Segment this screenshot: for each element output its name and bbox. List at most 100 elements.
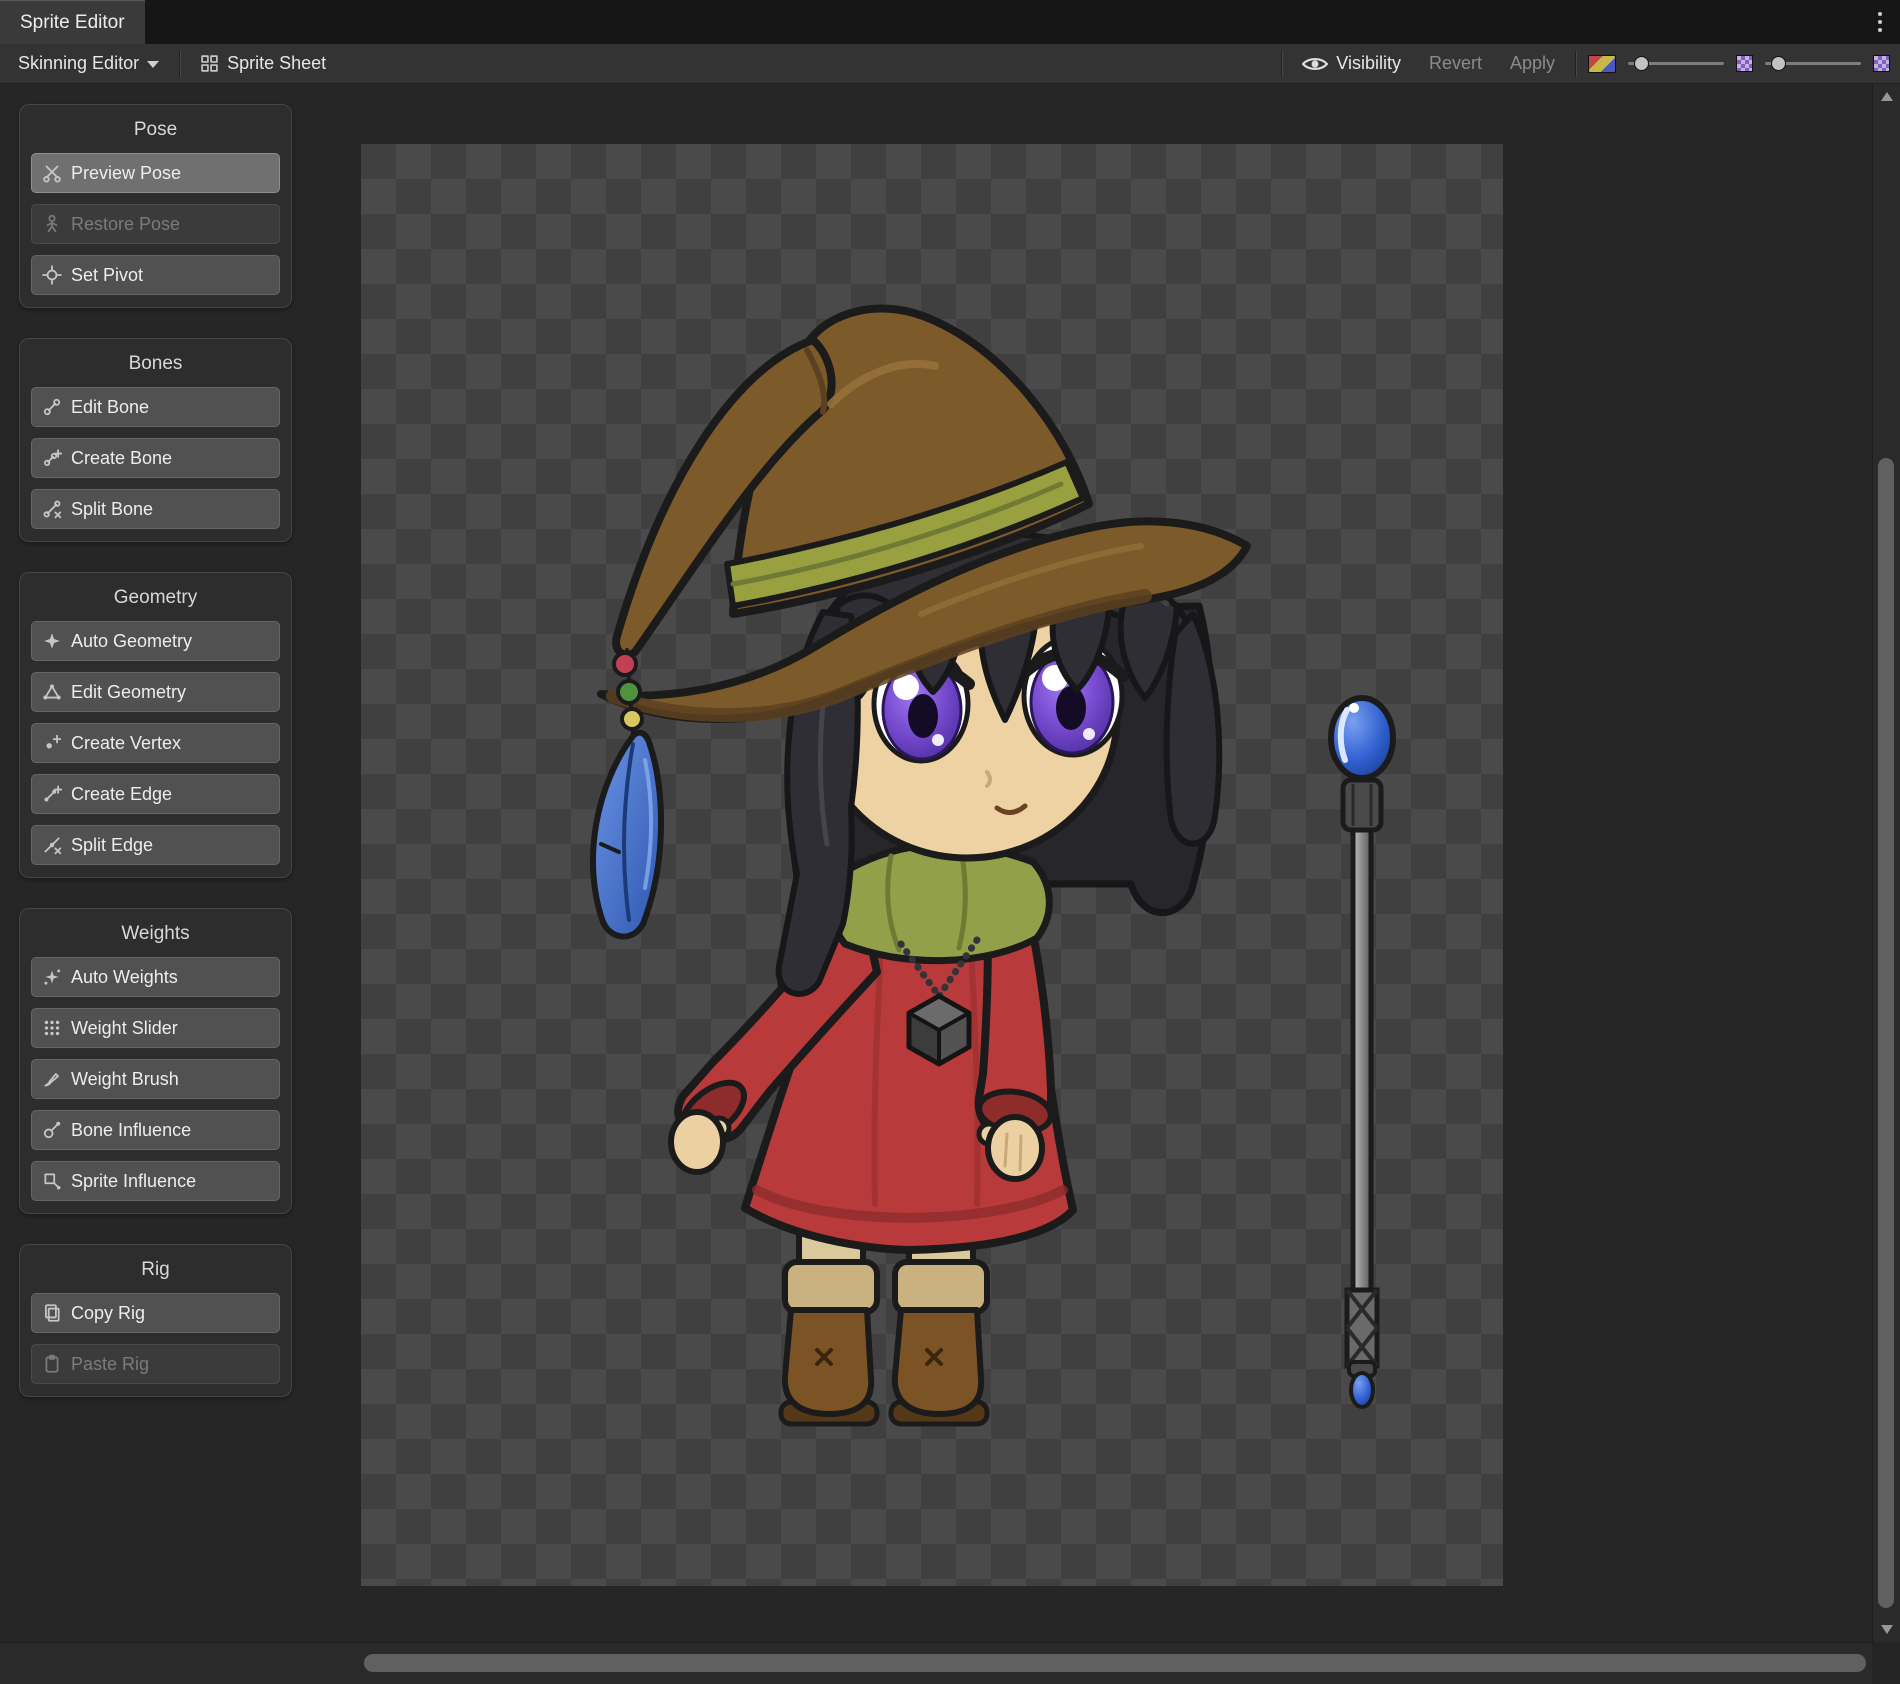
panel-title: Pose [31,119,280,141]
button-label: Edit Bone [71,397,149,418]
create-bone-icon [42,448,62,468]
weight-slider-button[interactable]: Weight Slider [31,1008,280,1048]
opacity-slider-knob[interactable] [1634,56,1649,71]
toolbar-divider [1575,51,1576,77]
panel-title: Geometry [31,587,280,609]
sprite-sheet-icon [200,54,219,73]
edit-geometry-icon [42,682,62,702]
button-label: Split Bone [71,499,153,520]
mode-dropdown[interactable]: Skinning Editor [10,48,167,80]
create-edge-icon [42,784,62,804]
bone-influence-button[interactable]: Bone Influence [31,1110,280,1150]
button-label: Create Edge [71,784,172,805]
apply-button[interactable]: Apply [1502,48,1563,80]
panel-rig: Rig Copy Rig Paste Rig [19,1244,292,1397]
bone-influence-icon [42,1120,62,1140]
button-label: Set Pivot [71,265,143,286]
apply-label: Apply [1510,53,1555,74]
sprite-influence-icon [42,1171,62,1191]
button-label: Auto Weights [71,967,178,988]
button-label: Weight Slider [71,1018,178,1039]
preview-pose-button[interactable]: Preview Pose [31,153,280,193]
revert-button[interactable]: Revert [1421,48,1490,80]
button-label: Bone Influence [71,1120,191,1141]
button-label: Create Vertex [71,733,181,754]
opacity-slider[interactable] [1628,62,1724,65]
create-bone-button[interactable]: Create Bone [31,438,280,478]
split-edge-icon [42,835,62,855]
cube-pendant [909,996,969,1064]
revert-label: Revert [1429,53,1482,74]
toolbar-divider [179,51,180,77]
split-bone-button[interactable]: Split Bone [31,489,280,529]
auto-weights-icon [42,967,62,987]
button-label: Split Edge [71,835,153,856]
copy-rig-button[interactable]: Copy Rig [31,1293,280,1333]
scroll-up-arrow-icon[interactable] [1881,92,1893,101]
auto-weights-button[interactable]: Auto Weights [31,957,280,997]
split-bone-icon [42,499,62,519]
panel-bones: Bones Edit Bone Create Bone Split Bone [19,338,292,542]
sprite-sheet-button[interactable]: Sprite Sheet [192,48,334,80]
edit-bone-button[interactable]: Edit Bone [31,387,280,427]
auto-geometry-icon [42,631,62,651]
set-pivot-icon [42,265,62,285]
hat-beads [614,650,642,736]
horizontal-scroll-thumb[interactable] [364,1654,1866,1672]
color-swatch-icon[interactable] [1588,55,1616,73]
staff-bottom-gem [1351,1373,1373,1407]
paste-rig-icon [42,1354,62,1374]
create-vertex-button[interactable]: Create Vertex [31,723,280,763]
bone-opacity-slider-knob[interactable] [1771,56,1786,71]
auto-geometry-button[interactable]: Auto Geometry [31,621,280,661]
split-edge-button[interactable]: Split Edge [31,825,280,865]
panel-geometry: Geometry Auto Geometry Edit Geometry Cre… [19,572,292,878]
visibility-label: Visibility [1336,53,1401,74]
panel-pose: Pose Preview Pose Restore Pose Set Pivot [19,104,292,308]
staff-top-cap [1343,780,1381,830]
vertical-scrollbar[interactable] [1872,84,1900,1642]
weight-slider-icon [42,1018,62,1038]
button-label: Copy Rig [71,1303,145,1324]
weight-brush-icon [42,1069,62,1089]
restore-pose-button[interactable]: Restore Pose [31,204,280,244]
toolbar-divider [1281,51,1282,77]
eye-icon [1302,55,1328,73]
vertical-scroll-thumb[interactable] [1878,458,1894,1608]
edit-bone-icon [42,397,62,417]
bone-opacity-slider[interactable] [1765,62,1861,65]
panel-title: Weights [31,923,280,945]
button-label: Sprite Influence [71,1171,196,1192]
create-edge-button[interactable]: Create Edge [31,774,280,814]
set-pivot-button[interactable]: Set Pivot [31,255,280,295]
copy-rig-icon [42,1303,62,1323]
paste-rig-button[interactable]: Paste Rig [31,1344,280,1384]
sprite-influence-button[interactable]: Sprite Influence [31,1161,280,1201]
sprite-canvas[interactable] [361,144,1503,1586]
button-label: Weight Brush [71,1069,179,1090]
mode-dropdown-label: Skinning Editor [18,53,139,74]
character [593,309,1247,1424]
button-label: Edit Geometry [71,682,186,703]
kebab-menu-icon[interactable] [1874,8,1886,36]
right-boot-cuff [895,1262,987,1312]
edit-geometry-button[interactable]: Edit Geometry [31,672,280,712]
panel-title: Rig [31,1259,280,1281]
weight-brush-button[interactable]: Weight Brush [31,1059,280,1099]
sprite-opacity-icon [1736,55,1753,72]
sprite-editor-tab[interactable]: Sprite Editor [0,0,145,44]
panel-title: Bones [31,353,280,375]
button-label: Restore Pose [71,214,180,235]
scrollbar-corner [1872,1642,1900,1684]
visibility-button[interactable]: Visibility [1294,48,1409,80]
staff-wrap [1347,1290,1377,1366]
bone-opacity-icon [1873,55,1890,72]
horizontal-scrollbar[interactable] [0,1642,1872,1684]
left-hand [671,1112,729,1172]
scroll-down-arrow-icon[interactable] [1881,1625,1893,1634]
button-label: Paste Rig [71,1354,149,1375]
panel-weights: Weights Auto Weights Weight Slider Weigh… [19,908,292,1214]
sprite-image [361,144,1503,1586]
right-side-lock [1167,614,1220,844]
button-label: Auto Geometry [71,631,192,652]
